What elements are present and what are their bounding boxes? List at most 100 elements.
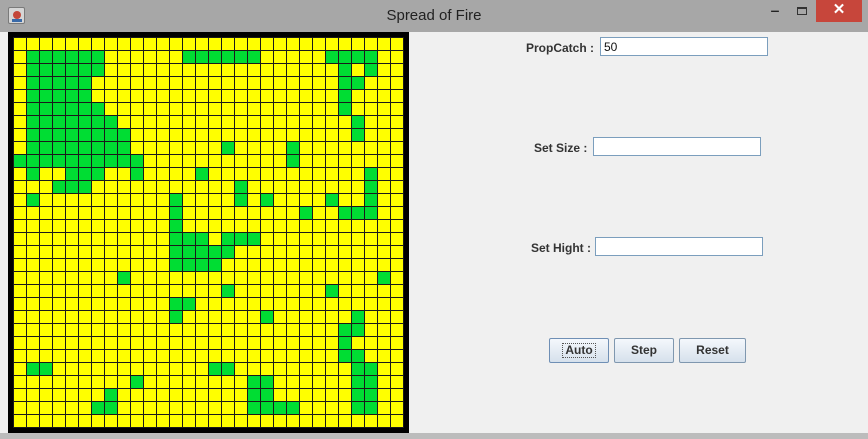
tree-cell[interactable]: [157, 181, 169, 193]
tree-cell[interactable]: [144, 402, 156, 414]
tree-cell[interactable]: [118, 77, 130, 89]
tree-cell[interactable]: [66, 311, 78, 323]
tree-cell[interactable]: [378, 337, 390, 349]
tree-cell[interactable]: [391, 194, 403, 206]
tree-cell[interactable]: [79, 389, 91, 401]
tree-cell[interactable]: [391, 259, 403, 271]
tree-cell[interactable]: [261, 259, 273, 271]
tree-cell[interactable]: [157, 90, 169, 102]
tree-cell[interactable]: [105, 168, 117, 180]
tree-cell[interactable]: [300, 402, 312, 414]
burnt-cell[interactable]: [170, 194, 182, 206]
tree-cell[interactable]: [339, 389, 351, 401]
burnt-cell[interactable]: [131, 376, 143, 388]
tree-cell[interactable]: [235, 311, 247, 323]
tree-cell[interactable]: [274, 272, 286, 284]
burnt-cell[interactable]: [352, 389, 364, 401]
tree-cell[interactable]: [92, 181, 104, 193]
tree-cell[interactable]: [313, 337, 325, 349]
burnt-cell[interactable]: [79, 116, 91, 128]
tree-cell[interactable]: [170, 350, 182, 362]
tree-cell[interactable]: [326, 103, 338, 115]
tree-cell[interactable]: [118, 298, 130, 310]
tree-cell[interactable]: [365, 298, 377, 310]
tree-cell[interactable]: [352, 272, 364, 284]
tree-cell[interactable]: [170, 363, 182, 375]
burnt-cell[interactable]: [261, 376, 273, 388]
tree-cell[interactable]: [27, 220, 39, 232]
tree-cell[interactable]: [300, 415, 312, 427]
tree-cell[interactable]: [274, 77, 286, 89]
tree-cell[interactable]: [326, 129, 338, 141]
tree-cell[interactable]: [196, 194, 208, 206]
tree-cell[interactable]: [183, 155, 195, 167]
tree-cell[interactable]: [79, 415, 91, 427]
tree-cell[interactable]: [222, 168, 234, 180]
tree-cell[interactable]: [66, 324, 78, 336]
tree-cell[interactable]: [378, 129, 390, 141]
tree-cell[interactable]: [248, 168, 260, 180]
tree-cell[interactable]: [339, 220, 351, 232]
tree-cell[interactable]: [27, 311, 39, 323]
tree-cell[interactable]: [14, 207, 26, 219]
tree-cell[interactable]: [313, 350, 325, 362]
tree-cell[interactable]: [287, 246, 299, 258]
tree-cell[interactable]: [391, 233, 403, 245]
tree-cell[interactable]: [105, 311, 117, 323]
tree-cell[interactable]: [196, 285, 208, 297]
tree-cell[interactable]: [274, 389, 286, 401]
tree-cell[interactable]: [222, 402, 234, 414]
tree-cell[interactable]: [391, 38, 403, 50]
tree-cell[interactable]: [170, 389, 182, 401]
burnt-cell[interactable]: [222, 51, 234, 63]
tree-cell[interactable]: [118, 90, 130, 102]
tree-cell[interactable]: [170, 285, 182, 297]
tree-cell[interactable]: [222, 181, 234, 193]
tree-cell[interactable]: [352, 298, 364, 310]
tree-cell[interactable]: [300, 51, 312, 63]
tree-cell[interactable]: [274, 220, 286, 232]
tree-cell[interactable]: [274, 194, 286, 206]
tree-cell[interactable]: [287, 272, 299, 284]
tree-cell[interactable]: [196, 415, 208, 427]
burnt-cell[interactable]: [196, 233, 208, 245]
tree-cell[interactable]: [79, 194, 91, 206]
tree-cell[interactable]: [196, 337, 208, 349]
tree-cell[interactable]: [105, 285, 117, 297]
tree-cell[interactable]: [235, 376, 247, 388]
tree-cell[interactable]: [248, 194, 260, 206]
burnt-cell[interactable]: [287, 155, 299, 167]
tree-cell[interactable]: [79, 337, 91, 349]
tree-cell[interactable]: [248, 155, 260, 167]
tree-cell[interactable]: [274, 129, 286, 141]
tree-cell[interactable]: [209, 324, 221, 336]
tree-cell[interactable]: [131, 389, 143, 401]
burnt-cell[interactable]: [40, 363, 52, 375]
tree-cell[interactable]: [196, 272, 208, 284]
tree-cell[interactable]: [300, 311, 312, 323]
burnt-cell[interactable]: [352, 350, 364, 362]
tree-cell[interactable]: [66, 376, 78, 388]
step-button[interactable]: Step: [614, 338, 674, 363]
tree-cell[interactable]: [313, 142, 325, 154]
tree-cell[interactable]: [118, 376, 130, 388]
tree-cell[interactable]: [378, 389, 390, 401]
tree-cell[interactable]: [326, 64, 338, 76]
tree-cell[interactable]: [326, 363, 338, 375]
tree-cell[interactable]: [313, 38, 325, 50]
tree-cell[interactable]: [105, 376, 117, 388]
tree-cell[interactable]: [14, 350, 26, 362]
tree-cell[interactable]: [79, 285, 91, 297]
tree-cell[interactable]: [352, 38, 364, 50]
tree-cell[interactable]: [183, 168, 195, 180]
tree-cell[interactable]: [313, 129, 325, 141]
tree-cell[interactable]: [352, 168, 364, 180]
tree-cell[interactable]: [92, 363, 104, 375]
tree-cell[interactable]: [287, 129, 299, 141]
tree-cell[interactable]: [131, 38, 143, 50]
tree-cell[interactable]: [66, 285, 78, 297]
tree-cell[interactable]: [261, 337, 273, 349]
tree-cell[interactable]: [313, 51, 325, 63]
tree-cell[interactable]: [378, 311, 390, 323]
burnt-cell[interactable]: [27, 77, 39, 89]
